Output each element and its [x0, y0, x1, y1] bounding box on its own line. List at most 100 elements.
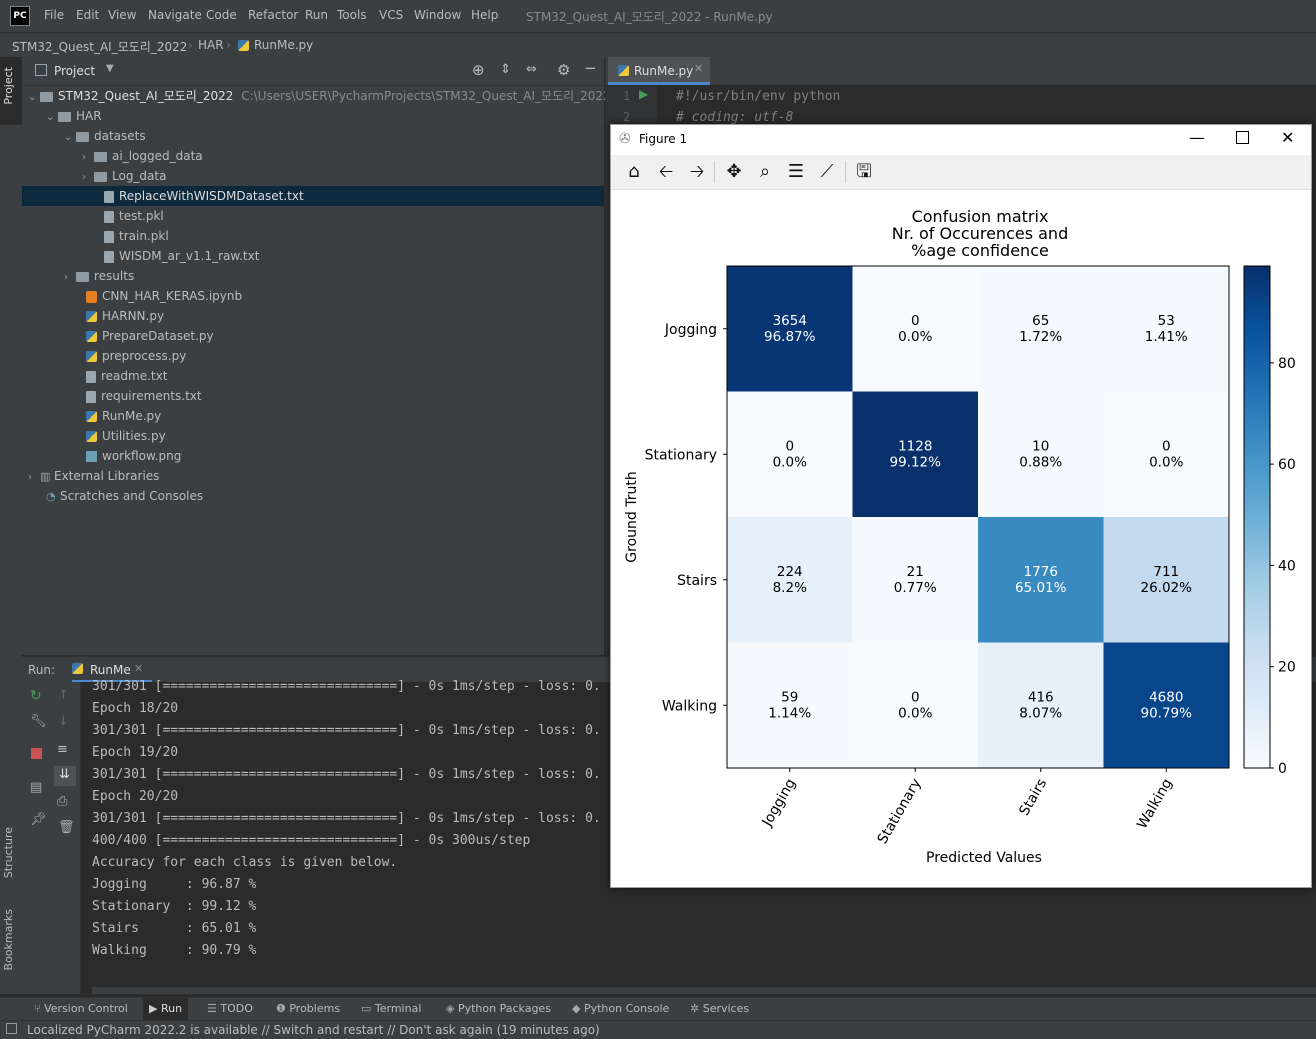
expand-all-icon[interactable]: ⇕	[500, 62, 511, 77]
tool-terminal[interactable]: ▭ Terminal	[361, 1002, 421, 1015]
window-minimize-icon[interactable]: —	[1189, 128, 1205, 147]
menu-file[interactable]: File	[44, 8, 64, 22]
tree-item-scratches[interactable]: ◔ Scratches and Consoles	[46, 486, 203, 506]
menu-help[interactable]: Help	[471, 8, 498, 22]
figure-titlebar[interactable]: ✇ Figure 1 — ✕	[611, 125, 1311, 155]
tree-item-log-data[interactable]: › Log_data	[82, 166, 166, 186]
up-arrow-icon[interactable]: ↑	[58, 688, 69, 703]
editor-tab-runme[interactable]: RunMe.py ✕	[608, 57, 710, 85]
save-icon[interactable]: 🖫	[851, 159, 877, 185]
tree-item-ai-logged-data[interactable]: › ai_logged_data	[82, 146, 203, 166]
breadcrumb-file[interactable]: RunMe.py	[238, 38, 313, 52]
pan-icon[interactable]: ✥	[721, 159, 747, 185]
console-horizontal-scrollbar[interactable]	[92, 987, 1316, 994]
figure-canvas[interactable]: Confusion matrix Nr. of Occurences and %ag…	[611, 190, 1311, 887]
menu-vcs[interactable]: VCS	[379, 8, 403, 22]
console-line: Epoch 20/20	[92, 789, 179, 804]
stop-icon[interactable]	[31, 748, 42, 759]
tool-python-packages[interactable]: ◈ Python Packages	[446, 1002, 551, 1015]
menu-refactor[interactable]: Refactor	[248, 8, 298, 22]
close-icon[interactable]: ✕	[694, 62, 703, 75]
editor-tab-label: RunMe.py	[634, 64, 694, 78]
tool-version-control[interactable]: ⑂ Version Control	[34, 1002, 128, 1015]
tool-label: Problems	[289, 1002, 341, 1015]
cell-count-label: 21	[907, 564, 924, 580]
menu-tools[interactable]: Tools	[337, 8, 367, 22]
tree-item-utilities[interactable]: Utilities.py	[86, 426, 166, 446]
tool-run[interactable]: ▶ Run	[143, 998, 189, 1020]
locate-icon[interactable]: ⊕	[472, 61, 485, 79]
window-maximize-icon[interactable]	[1236, 131, 1249, 144]
layout-icon[interactable]: ▤	[30, 780, 42, 795]
gear-icon[interactable]: ⚙	[557, 61, 570, 79]
tree-item-label: HAR	[76, 109, 102, 123]
tree-item-readme[interactable]: readme.txt	[86, 366, 167, 386]
tool-services[interactable]: ✲ Services	[690, 1002, 749, 1015]
tree-item-notebook[interactable]: CNN_HAR_KERAS.ipynb	[86, 286, 242, 306]
tool-problems[interactable]: ❶ Problems	[276, 1002, 340, 1015]
menu-view[interactable]: View	[108, 8, 136, 22]
menu-window[interactable]: Window	[414, 8, 461, 22]
python-file-icon	[86, 431, 97, 442]
menu-code[interactable]: Code	[206, 8, 237, 22]
minimize-icon[interactable]: −	[584, 59, 597, 77]
tab-structure[interactable]: Structure	[2, 827, 15, 878]
terminal-icon: ▭	[361, 1002, 375, 1015]
cell-count-label: 10	[1032, 438, 1049, 454]
tree-item-datasets[interactable]: ⌄ datasets	[64, 126, 146, 146]
window-close-icon[interactable]: ✕	[1281, 128, 1294, 147]
chevron-down-icon: ⌄	[46, 112, 55, 123]
soft-wrap-icon[interactable]: ≡	[57, 742, 68, 757]
figure-window[interactable]: ✇ Figure 1 — ✕ ⌂ 🡠 🡢 ✥ ⌕ ☰ ⟋ 🖫 Confusion…	[610, 124, 1312, 888]
tree-root[interactable]: ⌄ STM32_Quest_AI_모도리_2022 C:\Users\USER\P…	[28, 86, 611, 106]
tree-item-workflow[interactable]: workflow.png	[86, 446, 181, 466]
tree-item-requirements[interactable]: requirements.txt	[86, 386, 202, 406]
menu-edit[interactable]: Edit	[76, 8, 99, 22]
status-message[interactable]: Localized PyCharm 2022.2 is available //…	[27, 1023, 600, 1037]
text-file-icon	[86, 370, 96, 383]
scroll-to-end-icon[interactable]: ⇊	[54, 766, 76, 786]
console-line: Walking : 90.79 %	[92, 943, 257, 958]
status-bar-toggle-icon[interactable]	[6, 1023, 17, 1034]
print-icon[interactable]: ⎙	[57, 794, 67, 809]
collapse-all-icon[interactable]: ⇔	[526, 62, 537, 77]
trash-icon[interactable]: 🗑︎	[58, 820, 75, 835]
edit-axis-icon[interactable]: ⟋	[814, 159, 840, 185]
tab-bookmarks[interactable]: Bookmarks	[2, 909, 15, 970]
tool-python-console[interactable]: ◆ Python Console	[572, 1002, 669, 1015]
tree-item-wisdm-raw[interactable]: WISDM_ar_v1.1_raw.txt	[104, 246, 259, 266]
chevron-right-icon: ›	[82, 152, 86, 163]
home-icon[interactable]: ⌂	[621, 159, 647, 185]
tree-item-replacewithwisdm[interactable]: ReplaceWithWISDMDataset.txt	[22, 186, 604, 206]
menu-run[interactable]: Run	[305, 8, 328, 22]
forward-icon[interactable]: 🡢	[684, 159, 710, 185]
back-icon[interactable]: 🡠	[653, 159, 679, 185]
chevron-down-icon[interactable]: ▼	[106, 63, 114, 74]
tree-item-preprocess[interactable]: preprocess.py	[86, 346, 186, 366]
tree-item-train-pkl[interactable]: train.pkl	[104, 226, 169, 246]
tree-item-preparedataset[interactable]: PrepareDataset.py	[86, 326, 214, 346]
tree-item-results[interactable]: › results	[64, 266, 134, 286]
run-gutter-icon[interactable]: ▶	[639, 87, 648, 101]
rerun-icon[interactable]: ↻	[30, 688, 42, 704]
tree-item-test-pkl[interactable]: test.pkl	[104, 206, 164, 226]
down-arrow-icon[interactable]: ↓	[58, 714, 69, 729]
tree-item-har[interactable]: ⌄ HAR	[46, 106, 102, 126]
tree-item-external-libraries[interactable]: › ▥ External Libraries	[28, 466, 159, 486]
breadcrumb-folder[interactable]: HAR	[198, 38, 224, 52]
configure-subplots-icon[interactable]: ☰	[783, 159, 809, 185]
tree-item-label: PrepareDataset.py	[102, 329, 214, 343]
pin-icon[interactable]: 📌︎	[30, 812, 47, 827]
tree-item-label: Utilities.py	[102, 429, 166, 443]
tree-item-harnn[interactable]: HARNN.py	[86, 306, 164, 326]
zoom-icon[interactable]: ⌕	[752, 159, 778, 185]
project-panel-title[interactable]: Project	[54, 64, 95, 78]
tool-todo[interactable]: ☰ TODO	[207, 1002, 253, 1015]
wrench-icon[interactable]: 🔧︎	[30, 714, 47, 729]
menu-bar: PC File Edit View Navigate Code Refactor…	[0, 0, 1316, 32]
tab-project[interactable]: Project	[2, 67, 15, 105]
close-icon[interactable]: ✕	[134, 662, 143, 675]
breadcrumb-project[interactable]: STM32_Quest_AI_모도리_2022	[12, 38, 187, 55]
tree-item-runme[interactable]: RunMe.py	[86, 406, 161, 426]
menu-navigate[interactable]: Navigate	[148, 8, 202, 22]
